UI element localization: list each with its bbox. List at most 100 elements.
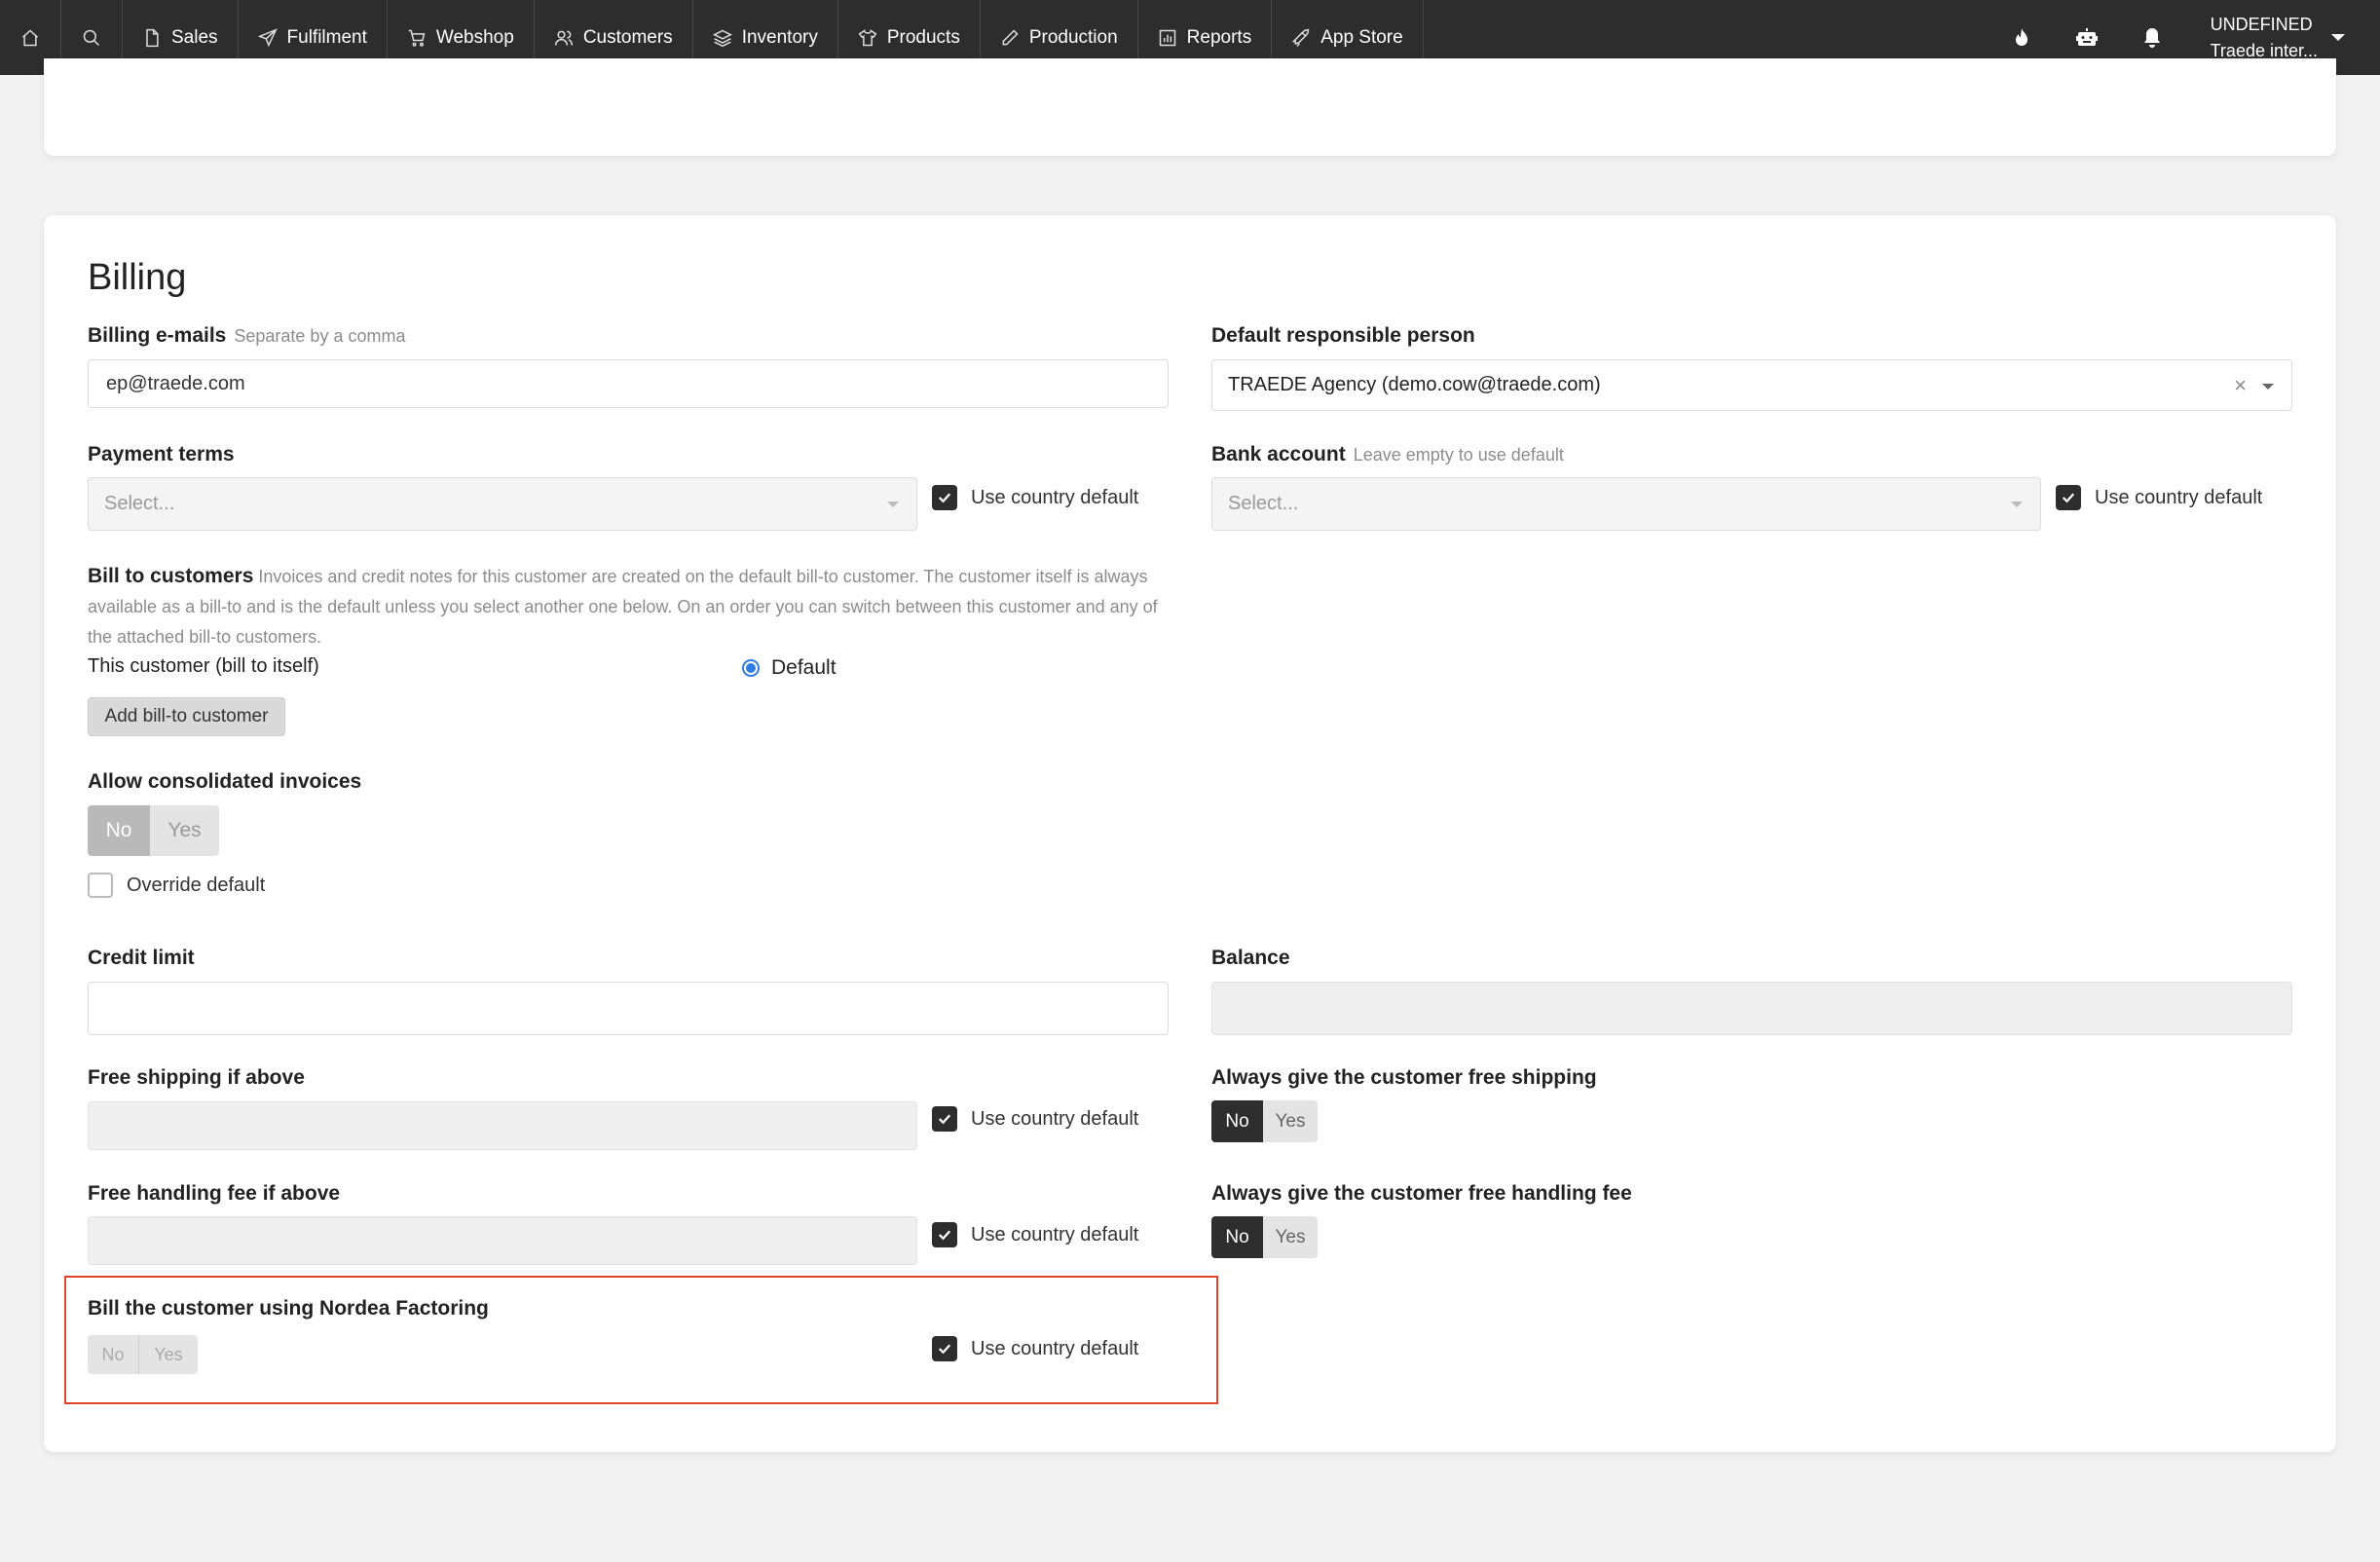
payment-terms-placeholder: Select...: [104, 493, 175, 514]
always-free-handling-toggle: No Yes: [1211, 1216, 1318, 1258]
free-shipping-label: Free shipping if above: [88, 1066, 305, 1089]
free-handling-country-default[interactable]: Use country default: [932, 1222, 1138, 1247]
checkbox-unchecked[interactable]: [88, 873, 113, 898]
checkbox-checked[interactable]: [932, 1222, 957, 1247]
home-icon: [22, 28, 38, 46]
always-free-shipping-label: Always give the customer free shipping: [1211, 1066, 1597, 1089]
payment-terms-country-default-label: Use country default: [971, 486, 1139, 508]
bank-account-select[interactable]: Select...: [1211, 477, 2041, 531]
payment-terms-country-default[interactable]: Use country default: [932, 485, 1138, 510]
credit-limit-label: Credit limit: [88, 947, 195, 969]
bill-to-label: Bill to customers: [88, 565, 254, 587]
nav-products-label: Products: [886, 26, 960, 48]
consolidated-override-default[interactable]: Override default: [88, 873, 265, 898]
bill-to-default-radio[interactable]: Default: [742, 656, 837, 680]
free-handling-country-default-label: Use country default: [971, 1223, 1139, 1246]
clear-icon[interactable]: ×: [2234, 373, 2247, 398]
shirt-icon: [858, 28, 877, 46]
consolidated-invoices-label: Allow consolidated invoices: [88, 770, 362, 793]
billing-emails-label-text: Billing e-mails: [88, 324, 227, 347]
bank-account-label: Bank account Leave empty to use default: [1211, 443, 1564, 466]
free-shipping-country-default[interactable]: Use country default: [932, 1106, 1138, 1132]
always-free-handling-no-option[interactable]: No: [1211, 1216, 1263, 1258]
bank-account-hint: Leave empty to use default: [1353, 445, 1564, 465]
consolidated-override-label: Override default: [127, 874, 266, 896]
bank-account-country-default[interactable]: Use country default: [2056, 485, 2262, 510]
robot-icon: [2076, 27, 2099, 46]
bell-icon: [2144, 27, 2161, 48]
billing-emails-input[interactable]: ep@traede.com: [88, 359, 1169, 408]
payment-terms-label: Payment terms: [88, 443, 235, 465]
consolidated-invoices-toggle: No Yes: [88, 805, 219, 856]
nordea-no-option[interactable]: No: [88, 1335, 139, 1374]
responsible-person-label: Default responsible person: [1211, 324, 1475, 347]
bar-chart-icon: [1159, 29, 1175, 46]
free-handling-input: [88, 1216, 917, 1265]
bank-account-placeholder: Select...: [1228, 493, 1299, 514]
nav-production-label: Production: [1028, 26, 1118, 48]
free-handling-label: Free handling fee if above: [88, 1182, 341, 1205]
chevron-down-icon: [2262, 384, 2274, 390]
radio-selected-icon[interactable]: [742, 659, 760, 677]
page-title: Billing: [88, 257, 187, 298]
checkbox-checked[interactable]: [2056, 485, 2081, 510]
fire-icon: [2016, 27, 2028, 46]
nordea-country-default-label: Use country default: [971, 1337, 1139, 1359]
document-icon: [146, 28, 159, 47]
user-name: UNDEFINED: [2210, 15, 2313, 34]
nordea-yes-option[interactable]: Yes: [139, 1335, 198, 1374]
check-icon: [938, 1114, 951, 1125]
bank-account-label-text: Bank account: [1211, 443, 1346, 465]
bill-to-description: Bill to customers Invoices and credit no…: [88, 561, 1169, 652]
consolidated-no-option[interactable]: No: [88, 805, 150, 856]
balance-input: [1211, 982, 2292, 1035]
free-shipping-input: [88, 1101, 917, 1150]
billing-emails-hint: Separate by a comma: [234, 326, 406, 346]
nav-app-store-label: App Store: [1320, 26, 1403, 48]
balance-label: Balance: [1211, 947, 1290, 969]
bill-to-default-label: Default: [771, 656, 837, 679]
previous-section-card: [44, 58, 2336, 156]
rocket-icon: [1292, 28, 1310, 47]
bill-to-self-label: This customer (bill to itself): [88, 655, 319, 677]
send-icon: [257, 27, 278, 47]
search-icon: [83, 29, 100, 46]
check-icon: [938, 493, 951, 503]
layers-icon: [712, 29, 732, 47]
always-free-shipping-no-option[interactable]: No: [1211, 1100, 1263, 1142]
chevron-down-icon: [887, 502, 899, 507]
nav-inventory-label: Inventory: [741, 26, 818, 48]
nav-sales-label: Sales: [171, 26, 218, 48]
nav-reports-label: Reports: [1186, 26, 1252, 48]
pencil-icon: [1002, 28, 1019, 45]
cart-icon: [408, 29, 426, 47]
chevron-down-icon: [2331, 34, 2345, 41]
always-free-handling-label: Always give the customer free handling f…: [1211, 1182, 1632, 1205]
consolidated-yes-option[interactable]: Yes: [150, 805, 219, 856]
responsible-person-select[interactable]: TRAEDE Agency (demo.cow@traede.com) ×: [1211, 359, 2292, 411]
check-icon: [938, 1230, 951, 1241]
responsible-person-value: TRAEDE Agency (demo.cow@traede.com): [1228, 374, 1601, 395]
payment-terms-select[interactable]: Select...: [88, 477, 917, 531]
nav-customers-label: Customers: [582, 26, 673, 48]
nordea-factoring-toggle: No Yes: [88, 1335, 198, 1374]
credit-limit-input[interactable]: [88, 982, 1169, 1035]
always-free-shipping-toggle: No Yes: [1211, 1100, 1318, 1142]
users-icon: [554, 30, 573, 46]
checkbox-checked[interactable]: [932, 485, 957, 510]
free-shipping-country-default-label: Use country default: [971, 1107, 1139, 1130]
nav-webshop-label: Webshop: [435, 26, 514, 48]
bank-account-country-default-label: Use country default: [2095, 486, 2263, 508]
always-free-handling-yes-option[interactable]: Yes: [1263, 1216, 1318, 1258]
checkbox-checked[interactable]: [932, 1106, 957, 1132]
checkbox-checked[interactable]: [932, 1336, 957, 1361]
add-bill-to-customer-button[interactable]: Add bill-to customer: [88, 697, 285, 736]
check-icon: [2062, 493, 2075, 503]
check-icon: [938, 1344, 951, 1355]
chevron-down-icon: [2011, 502, 2023, 507]
always-free-shipping-yes-option[interactable]: Yes: [1263, 1100, 1318, 1142]
nordea-country-default[interactable]: Use country default: [932, 1336, 1138, 1361]
nav-fulfilment-label: Fulfilment: [286, 26, 367, 48]
nordea-factoring-label: Bill the customer using Nordea Factoring: [88, 1297, 489, 1320]
billing-emails-label: Billing e-mails Separate by a comma: [88, 324, 405, 348]
